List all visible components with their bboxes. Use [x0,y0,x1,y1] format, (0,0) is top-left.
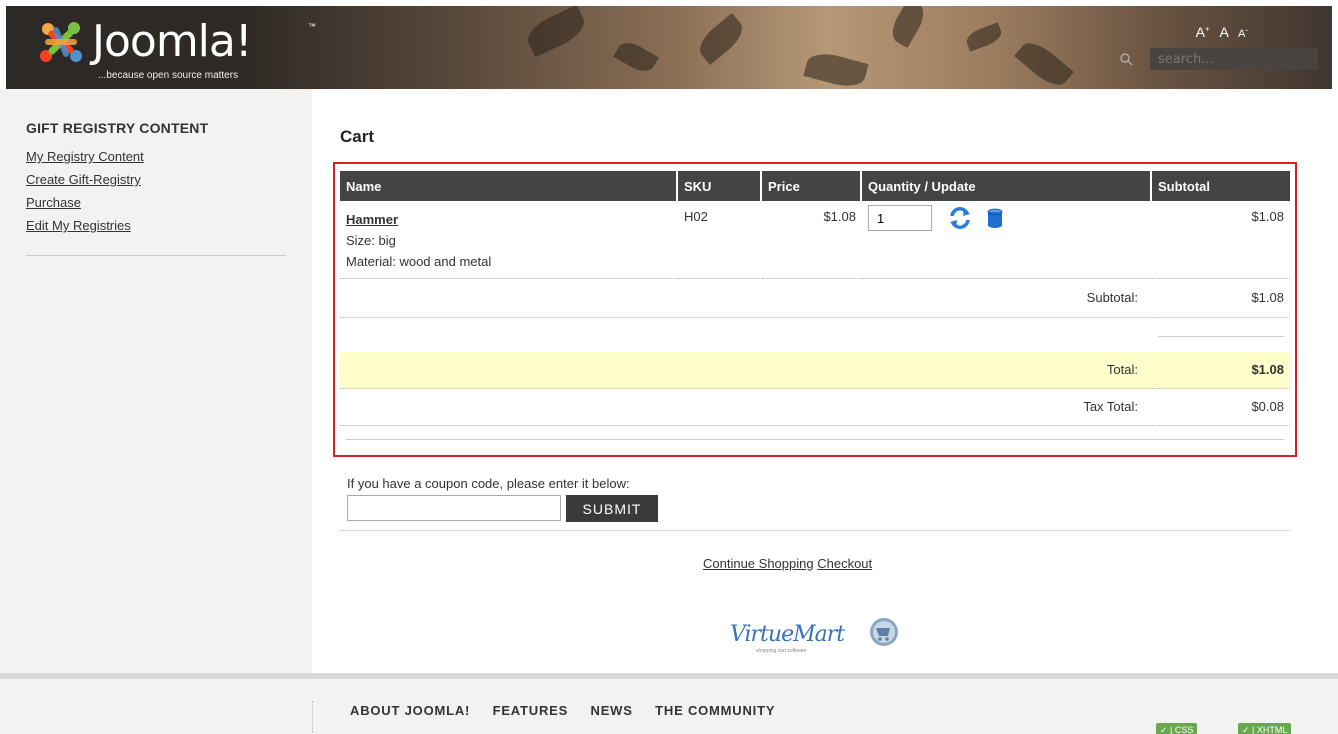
cart-actions: Continue Shopping Checkout [703,556,872,571]
xhtml-valid-badge[interactable]: ✓ | XHTML [1238,723,1292,734]
spacer-row [340,318,1290,352]
cart-item-row: Hammer Size: big Material: wood and meta… [340,201,1290,279]
virtuemart-cart-icon [870,618,898,646]
tax-value: $0.08 [1152,389,1290,426]
tax-label: Tax Total: [340,389,1152,426]
footer-rule-row [340,426,1290,440]
header-decoration [613,37,659,77]
virtuemart-logo[interactable]: VirtueMart shopping cart software [730,612,900,656]
quantity-input[interactable] [868,205,932,231]
coupon-label: If you have a coupon code, please enter … [347,476,630,491]
footer-link-features[interactable]: FEATURES [493,703,569,718]
sidebar-item: Edit My Registries [26,214,286,237]
coupon-code-input[interactable] [347,495,561,521]
logo-trademark: ™ [308,22,316,31]
coupon-submit-button[interactable]: SUBMIT [566,495,658,522]
subtotal-divider [1158,335,1284,337]
continue-shopping-link[interactable]: Continue Shopping [703,556,814,571]
xhtml-badge-label: XHTML [1256,725,1288,734]
coupon-divider [340,530,1290,531]
sidebar-divider [26,255,286,256]
subtotal-row: Subtotal: $1.08 [340,279,1290,318]
css-valid-badge[interactable]: ✓ | CSS [1156,723,1198,734]
refresh-icon[interactable] [948,206,972,230]
sidebar-link-create-gift-registry[interactable]: Create Gift-Registry [26,172,141,187]
item-price: $1.08 [762,201,862,279]
sidebar-title: GIFT REGISTRY CONTENT [26,120,209,136]
logo-text: Joomla! [92,16,253,67]
item-quantity-cell [862,201,1152,279]
item-subtotal: $1.08 [1152,201,1290,279]
css-badge-label: CSS [1174,725,1194,734]
total-row: Total: $1.08 [340,352,1290,389]
table-bottom-rule [346,439,1284,440]
footer-link-about-joomla[interactable]: ABOUT JOOMLA! [350,703,470,718]
font-reset-button[interactable]: A [1220,24,1229,40]
total-value: $1.08 [1152,352,1290,389]
site-footer: ABOUT JOOMLA! FEATURES NEWS THE COMMUNIT… [0,673,1338,734]
item-name-link[interactable]: Hammer [346,212,398,227]
column-header-sku: SKU [678,171,762,201]
item-size: Size: big [346,233,396,248]
cart-table: Name SKU Price Quantity / Update Subtota… [340,171,1290,440]
subtotal-value: $1.08 [1152,279,1290,318]
font-larger-label: A [1195,24,1205,40]
font-larger-sup: + [1204,24,1210,34]
footer-link-the-community[interactable]: THE COMMUNITY [655,703,775,718]
delete-icon[interactable] [987,208,1003,228]
header-decoration [964,22,1004,52]
column-header-price: Price [762,171,862,201]
header-decoration [1014,36,1074,89]
search-input[interactable] [1150,48,1318,70]
cart-header-row: Name SKU Price Quantity / Update Subtota… [340,171,1290,201]
search-icon [1120,53,1133,66]
sidebar-link-my-registry-content[interactable]: My Registry Content [26,149,144,164]
sidebar-link-purchase[interactable]: Purchase [26,195,81,210]
sidebar-item: My Registry Content [26,145,286,168]
checkout-link[interactable]: Checkout [817,556,872,571]
footer-rule-cell [340,426,1290,440]
footer-link-news[interactable]: NEWS [591,703,633,718]
column-header-name: Name [340,171,678,201]
column-header-quantity: Quantity / Update [862,171,1152,201]
header-decoration [522,6,590,58]
total-label: Total: [340,352,1152,389]
font-smaller-sup: - [1245,25,1248,35]
header-decoration [886,6,930,49]
item-name-cell: Hammer Size: big Material: wood and meta… [340,201,678,279]
footer-divider [312,701,313,734]
spacer-cell [1152,318,1290,352]
sidebar-menu: My Registry Content Create Gift-Registry… [26,145,286,237]
item-sku: H02 [678,201,762,279]
tax-row: Tax Total: $0.08 [340,389,1290,426]
header-decoration [693,12,749,66]
sidebar: GIFT REGISTRY CONTENT My Registry Conten… [26,120,286,256]
virtuemart-logo-text: VirtueMart [730,622,845,647]
column-header-subtotal: Subtotal [1152,171,1290,201]
joomla-logo-icon [40,22,82,62]
item-material: Material: wood and metal [346,254,492,269]
logo-tagline: ...because open source matters [98,70,239,81]
font-larger-button[interactable]: A+ [1196,24,1210,40]
footer-nav: ABOUT JOOMLA! FEATURES NEWS THE COMMUNIT… [350,703,793,718]
spacer-cell [340,318,1152,352]
sidebar-link-edit-my-registries[interactable]: Edit My Registries [26,218,131,233]
subtotal-label: Subtotal: [340,279,1152,318]
page-title: Cart [340,127,375,146]
virtuemart-logo-subtext: shopping cart software [756,648,807,654]
header-decoration [803,48,869,89]
font-smaller-button[interactable]: A- [1238,25,1248,40]
sidebar-item: Create Gift-Registry [26,168,286,191]
font-size-tools: A+ A A- [1190,24,1248,40]
sidebar-item: Purchase [26,191,286,214]
site-header: Joomla! ™ ...because open source matters… [6,6,1332,89]
